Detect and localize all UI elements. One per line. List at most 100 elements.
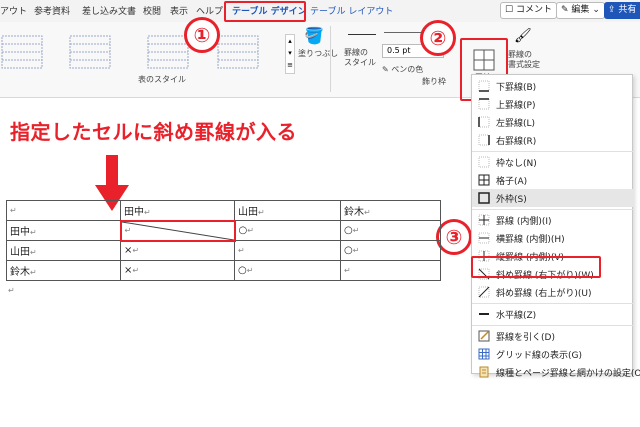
menu-item-label: 枠なし(N) [496, 159, 537, 169]
table-cell[interactable]: 田中↵ [6, 220, 121, 241]
menu-item-label: 左罫線(L) [496, 119, 536, 129]
menu-item-label: 罫線を引く(D) [496, 333, 555, 343]
table-cell[interactable]: ↵ [6, 200, 121, 221]
table-design-highlight [224, 1, 306, 22]
border-style-line-icon [348, 34, 376, 35]
menu-item-diagonal-up-border[interactable]: 斜め罫線 (右上がり)(U) [472, 283, 634, 301]
cell-text: ○ [344, 225, 353, 236]
step-badge-1: ① [184, 17, 220, 53]
step-badge-3: ③ [436, 219, 472, 255]
menu-item-label: 外枠(S) [496, 195, 527, 205]
pen-color-label[interactable]: ✎ ペンの色 [382, 64, 423, 75]
menu-item-border-inside-horizontal[interactable]: 横罫線 (内側)(H) [472, 229, 634, 247]
menu-item-border-bottom[interactable]: 下罫線(B) [472, 77, 634, 95]
cell-text: 山田 [238, 207, 258, 218]
tab-table-layout[interactable]: テーブル レイアウト [310, 4, 393, 17]
cell-text: ○ [238, 225, 248, 236]
menu-item-label: 水平線(Z) [496, 311, 537, 321]
border-painter-icon: 🖌 [514, 28, 532, 44]
menu-item-border-left[interactable]: 左罫線(L) [472, 113, 634, 131]
border-top-icon [478, 98, 490, 110]
pencil-icon: ✎ [561, 5, 569, 15]
menu-item-horizontal-line[interactable]: 水平線(Z) [472, 305, 634, 323]
table-cell[interactable]: 山田↵ [6, 240, 121, 261]
shading-icon[interactable]: 🪣 [302, 26, 326, 46]
table-cell[interactable]: ○↵ [340, 240, 441, 261]
menu-item-label: 線種とページ罫線と網かけの設定(O)... [496, 369, 640, 379]
table-cell[interactable]: ×↵ [120, 260, 235, 281]
menu-item-label: 斜め罫線 (右上がり)(U) [496, 289, 592, 299]
ribbon-tabs: アウト 参考資料 差し込み文書 校閲 表示 ヘルプ テーブル デザイン テーブル… [0, 0, 640, 22]
menu-item-border-top[interactable]: 上罫線(P) [472, 95, 634, 113]
table-cell[interactable]: ○↵ [234, 260, 341, 281]
menu-separator [472, 303, 634, 304]
gallery-scroll[interactable]: ▴ ▾ ≡ [285, 34, 295, 74]
menu-separator [472, 209, 634, 210]
menu-item-label: 上罫線(P) [496, 101, 536, 111]
view-gridlines-icon [478, 348, 490, 360]
menu-item-border-outside[interactable]: 外枠(S) [472, 189, 634, 207]
menu-item-label: 下罫線(B) [496, 83, 537, 93]
menu-item-view-gridlines[interactable]: グリッド線の表示(G) [472, 345, 634, 363]
share-label: 共有 [618, 5, 637, 15]
borders-shading-icon [479, 366, 489, 378]
share-icon: ⇪ [608, 5, 616, 15]
table-cell[interactable]: 山田↵ [234, 200, 341, 221]
border-painter-label[interactable]: 罫線の 書式設定 [508, 50, 540, 70]
menu-item-border-inside[interactable]: 罫線 (内側)(I) [472, 211, 634, 229]
table-cell[interactable]: 田中↵ [120, 200, 235, 221]
diagonal-cell[interactable]: ↵ [119, 219, 236, 242]
cell-text: 山田 [10, 247, 30, 258]
border-inside-icon [478, 214, 490, 226]
table-style-gallery[interactable] [0, 30, 290, 76]
comment-icon: ☐ [505, 5, 514, 15]
share-button[interactable]: ⇪ 共有 [604, 2, 640, 19]
tab-references[interactable]: 参考資料 [34, 4, 70, 17]
table-cell[interactable]: 鈴木↵ [6, 260, 121, 281]
tab-view[interactable]: 表示 [170, 4, 188, 17]
menu-item-label: 右罫線(R) [496, 137, 537, 147]
edit-button[interactable]: ✎ 編集 ⌄ [556, 2, 605, 19]
table-cell[interactable]: ↵ [234, 240, 341, 261]
pen-icon: ✎ [382, 65, 389, 74]
border-styles-label[interactable]: 罫線の スタイル [344, 48, 376, 68]
comment-button[interactable]: ☐ コメント [500, 2, 557, 19]
menu-item-label: 格子(A) [496, 177, 528, 187]
table-cell[interactable]: ○↵ [234, 220, 341, 241]
menu-item-draw-table[interactable]: 罫線を引く(D) [472, 327, 634, 345]
border-outside-icon [478, 192, 490, 204]
pen-color-text: ペンの色 [391, 65, 424, 74]
table-cell[interactable]: ○↵ [340, 220, 441, 241]
border-inside-horizontal-icon [478, 232, 490, 244]
tab-review[interactable]: 校閲 [143, 4, 161, 17]
menu-item-border-right[interactable]: 右罫線(R) [472, 131, 634, 149]
border-bottom-icon [478, 80, 490, 92]
chevron-down-icon: ⌄ [592, 5, 600, 15]
tab-help[interactable]: ヘルプ [196, 4, 223, 17]
table-cell[interactable]: ×↵ [120, 240, 235, 261]
borders-group-label: 飾り枠 [422, 77, 446, 86]
menu-item-label: グリッド線の表示(G) [496, 351, 582, 361]
menu-item-borders-shading[interactable]: 線種とページ罫線と網かけの設定(O)... [472, 363, 640, 381]
tab-layout[interactable]: アウト [0, 4, 27, 17]
menu-item-border-none[interactable]: 枠なし(N) [472, 153, 634, 171]
paragraph-mark: ↵ [8, 286, 15, 295]
border-none-icon [478, 156, 490, 168]
table-row: 鈴木↵ ×↵ ○↵ ↵ [6, 260, 441, 281]
border-left-icon [478, 116, 490, 128]
border-right-icon [478, 134, 490, 146]
diagonal-down-highlight [471, 256, 601, 278]
table-cell[interactable]: ↵ [340, 260, 441, 281]
shading-label[interactable]: 塗りつぶし [298, 48, 338, 59]
tab-mailings[interactable]: 差し込み文書 [82, 4, 136, 17]
table-row: 山田↵ ×↵ ↵ ○↵ [6, 240, 441, 261]
table-cell[interactable]: 鈴木↵ [340, 200, 441, 221]
cell-text: 田中 [124, 206, 144, 218]
step-badge-2: ② [420, 20, 456, 56]
annotation-heading: 指定したセルに斜め罫線が入る [10, 120, 297, 144]
comment-label: コメント [515, 5, 552, 15]
menu-item-border-all[interactable]: 格子(A) [472, 171, 634, 189]
draw-table-icon [478, 330, 490, 342]
table-styles-group-label: 表のスタイル [138, 75, 186, 84]
table-row: 田中↵ ↵ ○↵ ○↵ [6, 219, 441, 242]
